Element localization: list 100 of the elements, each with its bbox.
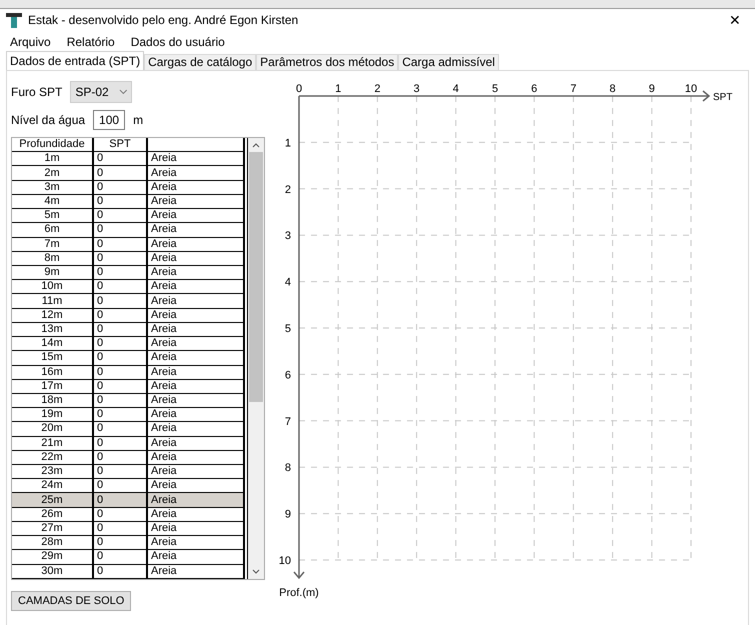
table-cell: Areia <box>147 237 244 252</box>
table-cell: 2m <box>12 166 93 180</box>
table-cell: Areia <box>147 294 244 308</box>
table-row[interactable]: 17m 0 Areia <box>12 379 244 394</box>
table-row[interactable]: 14m 0 Areia <box>12 336 244 351</box>
table-cell: Areia <box>147 536 244 550</box>
table-row[interactable]: 3m 0 Areia <box>12 180 244 194</box>
table-cell: 30m <box>12 564 93 578</box>
table-cell: 0 <box>93 265 147 280</box>
table-row[interactable]: 18m 0 Areia <box>12 393 244 408</box>
table-cell: 17m <box>12 379 93 394</box>
axis-tick-label: 4 <box>452 83 459 95</box>
water-level-field[interactable]: 100 <box>93 110 126 130</box>
column-header: Profundidade <box>12 138 93 152</box>
table-cell: 29m <box>12 550 93 564</box>
table-cell: 14m <box>12 336 93 351</box>
table-row[interactable]: 27m 0 Areia <box>12 521 244 536</box>
soil-layers-button[interactable]: CAMADAS DE SOLO <box>11 591 132 611</box>
table-row[interactable]: 15m 0 Areia <box>12 350 244 365</box>
scroll-thumb[interactable] <box>249 152 264 402</box>
table-row[interactable]: 10m 0 Areia <box>12 280 244 294</box>
tab[interactable]: Cargas de catálogo <box>144 54 256 70</box>
table-row[interactable]: 28m 0 Areia <box>12 536 244 550</box>
table-cell: 0 <box>93 152 147 166</box>
table-cell: Areia <box>147 180 244 194</box>
menu-item[interactable]: Arquivo <box>2 35 59 49</box>
table-cell: 28m <box>12 536 93 550</box>
table-row[interactable]: 13m 0 Areia <box>12 322 244 337</box>
table-row[interactable]: 2m 0 Areia <box>12 166 244 180</box>
table-row[interactable]: 21m 0 Areia <box>12 436 244 450</box>
tab[interactable]: Dados de entrada (SPT) <box>6 51 144 70</box>
table-cell: Areia <box>147 208 244 223</box>
tab[interactable]: Carga admissível <box>398 54 499 70</box>
table-cell: 0 <box>93 280 147 294</box>
axis-tick-label: 10 <box>684 83 698 95</box>
axis-tick-label: 8 <box>610 83 616 95</box>
table-row[interactable]: 22m 0 Areia <box>12 450 244 465</box>
table-cell: 21m <box>12 436 93 450</box>
field-label: Nível da água <box>11 113 86 127</box>
table-row[interactable]: 4m 0 Areia <box>12 194 244 209</box>
table-cell: 8m <box>12 251 93 266</box>
table-row[interactable]: 7m 0 Areia <box>12 237 244 252</box>
scrollbar[interactable] <box>247 138 264 579</box>
table-row[interactable]: 9m 0 Areia <box>12 265 244 280</box>
table-cell: 9m <box>12 265 93 280</box>
table-cell: 0 <box>93 350 147 365</box>
table-row[interactable]: 20m 0 Areia <box>12 422 244 436</box>
table-row[interactable]: 29m 0 Areia <box>12 550 244 564</box>
axis-tick-label: 6 <box>531 83 538 95</box>
table-cell: Areia <box>147 166 244 180</box>
table-cell: 0 <box>93 294 147 308</box>
borehole-dropdown[interactable]: SP-02 <box>70 81 132 103</box>
table-cell: 6m <box>12 222 93 238</box>
axis-tick-label: 5 <box>492 83 498 95</box>
table-cell: 0 <box>93 194 147 209</box>
axis-tick-label: 2 <box>374 83 380 95</box>
table-cell: 0 <box>93 251 147 266</box>
table-cell: Areia <box>147 265 244 280</box>
table-cell: 16m <box>12 365 93 380</box>
close-button[interactable]: ✕ <box>715 9 755 31</box>
app-logo-icon <box>6 12 22 28</box>
table-cell: 0 <box>93 322 147 337</box>
table-row[interactable]: 25m 0 Areia <box>12 492 244 508</box>
table-cell: 0 <box>93 237 147 252</box>
table-row[interactable]: 19m 0 Areia <box>12 408 244 422</box>
table-cell: 3m <box>12 180 93 194</box>
menu-item[interactable]: Relatório <box>58 35 123 49</box>
chevron-down-icon <box>118 89 128 95</box>
table-cell: Areia <box>147 436 244 450</box>
table-cell: 0 <box>93 379 147 394</box>
axis-tick-label: 4 <box>284 276 291 289</box>
table-row[interactable]: 6m 0 Areia <box>12 222 244 238</box>
table-cell: 0 <box>93 166 147 180</box>
table-row[interactable]: 1m 0 Areia <box>12 152 244 166</box>
table-cell: 27m <box>12 521 93 536</box>
table-row[interactable]: 11m 0 Areia <box>12 294 244 308</box>
table-cell: 0 <box>93 422 147 436</box>
table-cell: Areia <box>147 336 244 351</box>
table-cell: 12m <box>12 308 93 322</box>
table-row[interactable]: 26m 0 Areia <box>12 507 244 522</box>
table-cell: Areia <box>147 322 244 337</box>
table-row[interactable]: 16m 0 Areia <box>12 365 244 380</box>
table-row[interactable]: 12m 0 Areia <box>12 308 244 322</box>
table-cell: 0 <box>93 492 147 508</box>
table-row[interactable]: 23m 0 Areia <box>12 464 244 479</box>
table-cell: 0 <box>93 393 147 408</box>
table-cell: 0 <box>93 521 147 536</box>
table-cell: 20m <box>12 422 93 436</box>
table-row[interactable]: 5m 0 Areia <box>12 208 244 223</box>
table-cell: Areia <box>147 365 244 380</box>
table-cell: 25m <box>12 492 93 508</box>
table-cell: 0 <box>93 308 147 322</box>
tab[interactable]: Parâmetros dos métodos <box>256 54 398 70</box>
axis-tick-label: 7 <box>570 83 576 95</box>
table-cell: Areia <box>147 379 244 394</box>
table-row[interactable]: 30m 0 Areia <box>12 564 244 578</box>
table-row[interactable]: 8m 0 Areia <box>12 251 244 266</box>
menu-item[interactable]: Dados do usuário <box>122 35 233 49</box>
table-cell: 5m <box>12 208 93 223</box>
axis-tick-label: 9 <box>648 83 655 95</box>
